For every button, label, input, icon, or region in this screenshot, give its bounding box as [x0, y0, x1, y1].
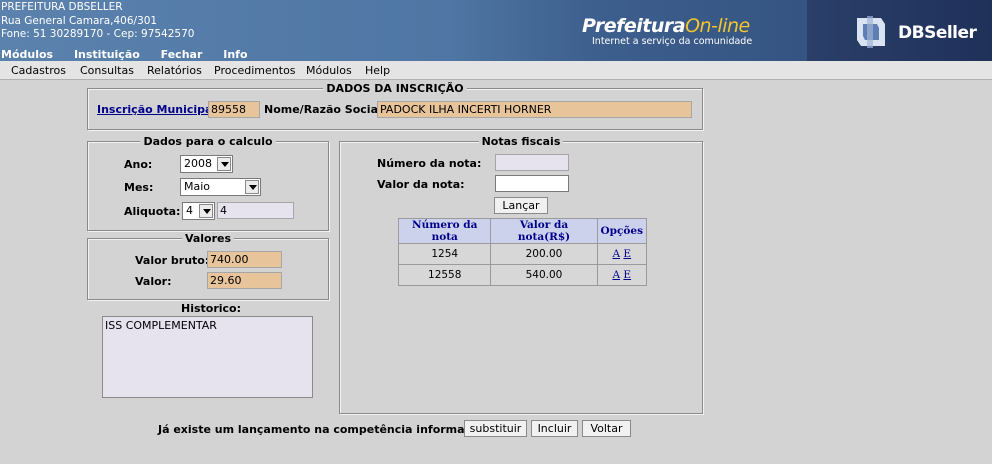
header-menu: Módulos Instituição Fechar Info — [1, 48, 265, 61]
chevron-down-icon — [217, 157, 231, 171]
chevron-down-icon — [199, 204, 213, 218]
notas-fiscais-fieldset: Notas fiscais Número da nota: Valor da n… — [339, 135, 703, 414]
notas-legend: Notas fiscais — [478, 135, 564, 148]
incluir-button[interactable]: Incluir — [531, 420, 578, 437]
inscricao-fieldset: DADOS DA INSCRIÇÃO Inscrição Municipal: … — [87, 82, 703, 130]
menu-relatorios[interactable]: Relatórios — [147, 64, 202, 77]
nome-label: Nome/Razão Social: — [264, 103, 387, 116]
dbseller-brand: DBSeller — [807, 0, 992, 61]
valor-field: 29.60 — [207, 272, 282, 289]
numero-nota-field[interactable] — [495, 154, 569, 171]
excluir-link[interactable]: E — [623, 248, 631, 260]
valor-label: Valor: — [135, 275, 172, 288]
portal-title: PrefeituraOn-line — [582, 15, 750, 37]
app-header: PREFEITURA DBSELLER Rua General Camara,4… — [0, 0, 992, 61]
org-address: Rua General Camara,406/301 — [1, 14, 158, 27]
cell-valor: 540.00 — [490, 264, 598, 286]
aliquota-select[interactable]: 4 — [182, 202, 215, 220]
valores-legend: Valores — [181, 232, 235, 245]
chevron-down-icon — [245, 180, 259, 194]
header-menu-modulos[interactable]: Módulos — [1, 48, 53, 61]
org-contact: Fone: 51 30289170 - Cep: 97542570 — [1, 28, 195, 40]
valor-bruto-label: Valor bruto: — [135, 254, 210, 267]
menu-consultas[interactable]: Consultas — [80, 64, 134, 77]
portal-subtitle: Internet a serviço da comunidade — [592, 36, 753, 47]
numero-nota-label: Número da nota: — [377, 157, 482, 170]
inscricao-municipal-link[interactable]: Inscrição Municipal: — [97, 103, 221, 116]
alterar-link[interactable]: A — [612, 248, 620, 260]
historico-label: Historico: — [181, 302, 242, 315]
cell-opcoes: A E — [596, 264, 648, 286]
menu-modulos[interactable]: Módulos — [306, 64, 352, 77]
inscricao-legend: DADOS DA INSCRIÇÃO — [323, 82, 467, 95]
ano-label: Ano: — [124, 158, 153, 171]
menu-help[interactable]: Help — [365, 64, 390, 77]
alterar-link[interactable]: A — [612, 269, 620, 281]
col-numero-nota: Número da nota — [397, 218, 492, 244]
org-name: PREFEITURA DBSELLER — [1, 1, 123, 13]
cell-numero: 1254 — [397, 243, 492, 265]
valor-nota-label: Valor da nota: — [377, 178, 465, 191]
valor-nota-field[interactable] — [495, 175, 569, 192]
ano-select[interactable]: 2008 — [180, 155, 233, 173]
cell-valor: 200.00 — [490, 243, 598, 265]
voltar-button[interactable]: Voltar — [582, 420, 631, 437]
valor-bruto-field: 740.00 — [207, 251, 282, 268]
inscricao-municipal-field: 89558 — [208, 101, 260, 118]
nome-razao-social-field: PADOCK ILHA INCERTI HORNER — [377, 101, 692, 118]
col-valor-nota: Valor da nota(R$) — [490, 218, 598, 244]
col-opcoes: Opções — [596, 218, 648, 244]
cell-opcoes: A E — [596, 243, 648, 265]
lancar-button[interactable]: Lançar — [494, 197, 548, 214]
portal-logo: PrefeituraOn-line Internet a serviço da … — [582, 15, 782, 61]
header-menu-fechar[interactable]: Fechar — [161, 48, 203, 61]
cell-numero: 12558 — [397, 264, 492, 286]
table-header-row: Número da nota Valor da nota(R$) Opções — [397, 218, 648, 244]
header-menu-instituicao[interactable]: Instituição — [74, 48, 140, 61]
calculo-fieldset: Dados para o calculo Ano: 2008 Mes: Maio… — [87, 135, 329, 231]
menu-procedimentos[interactable]: Procedimentos — [214, 64, 296, 77]
mes-select[interactable]: Maio — [180, 178, 261, 196]
mes-label: Mes: — [124, 181, 154, 194]
menu-cadastros[interactable]: Cadastros — [11, 64, 66, 77]
substituir-button[interactable]: substituir — [464, 420, 527, 437]
calculo-legend: Dados para o calculo — [140, 135, 276, 148]
table-row: 12558 540.00 A E — [397, 264, 648, 286]
aliquota-label: Aliquota: — [124, 205, 181, 218]
dbseller-logo-icon — [857, 16, 885, 48]
dbseller-wordmark: DBSeller — [898, 23, 977, 43]
aliquota-field: 4 — [217, 202, 294, 219]
table-row: 1254 200.00 A E — [397, 243, 648, 265]
main-menubar: Cadastros Consultas Relatórios Procedime… — [0, 61, 992, 80]
excluir-link[interactable]: E — [623, 269, 631, 281]
historico-textarea[interactable]: ISS COMPLEMENTAR — [102, 316, 313, 398]
notas-table: Número da nota Valor da nota(R$) Opções … — [397, 218, 648, 286]
existing-entry-message: Já existe um lançamento na competência i… — [158, 423, 490, 436]
valores-fieldset: Valores Valor bruto: 740.00 Valor: 29.60 — [87, 232, 329, 300]
org-info: PREFEITURA DBSELLER Rua General Camara,4… — [1, 1, 194, 42]
header-menu-info[interactable]: Info — [223, 48, 247, 61]
